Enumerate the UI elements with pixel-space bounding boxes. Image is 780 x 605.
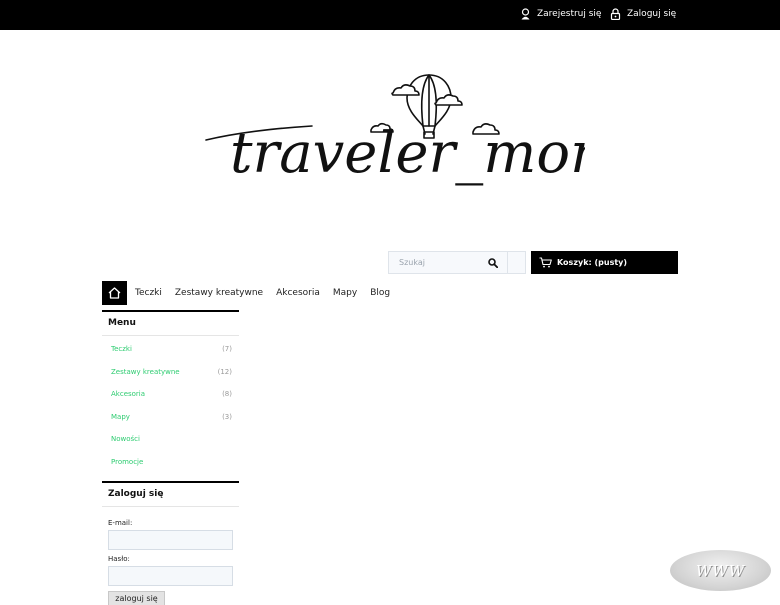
menu-item-label: Zestawy kreatywne	[111, 368, 180, 376]
cart-button[interactable]: Koszyk: (pusty)	[531, 251, 678, 274]
menu-item-promocje[interactable]: Promocje	[102, 458, 239, 472]
search-box	[388, 251, 526, 274]
login-block: Zaloguj się E-mail: Hasło: zaloguj się	[102, 481, 239, 605]
svg-text:traveler_mom: traveler_mom	[230, 121, 585, 186]
password-label: Hasło:	[108, 555, 130, 563]
nav-item-blog[interactable]: Blog	[370, 288, 390, 298]
search-input[interactable]	[389, 252, 479, 273]
register-label: Zarejestruj się	[537, 9, 602, 19]
home-button[interactable]	[102, 281, 127, 305]
menu-item-zestawy[interactable]: Zestawy kreatywne (12)	[102, 368, 239, 382]
login-label: Zaloguj się	[627, 9, 677, 19]
register-link[interactable]: Zarejestruj się	[520, 8, 601, 20]
menu-item-nowosci[interactable]: Nowości	[102, 435, 239, 449]
www-watermark: WWW	[670, 550, 771, 591]
search-icon	[488, 257, 498, 268]
site-logo[interactable]: traveler_mom	[200, 70, 623, 205]
menu-item-label: Nowości	[111, 435, 140, 443]
menu-item-count: (12)	[217, 368, 232, 376]
home-icon	[108, 287, 121, 299]
menu-item-label: Promocje	[111, 458, 144, 466]
login-submit-button[interactable]: zaloguj się	[108, 591, 165, 605]
main-nav: Teczki Zestawy kreatywne Akcesoria Mapy …	[102, 281, 390, 305]
search-divider	[507, 252, 508, 273]
menu-item-label: Akcesoria	[111, 390, 146, 398]
email-field[interactable]	[108, 530, 233, 550]
menu-item-count: (7)	[222, 345, 232, 353]
menu-item-count: (3)	[222, 413, 232, 421]
search-button[interactable]	[479, 252, 507, 273]
menu-item-count: (8)	[222, 390, 232, 398]
logo-image: traveler_mom	[205, 74, 623, 186]
cart-label: Koszyk: (pusty)	[557, 258, 628, 267]
nav-item-mapy[interactable]: Mapy	[333, 288, 357, 298]
email-label: E-mail:	[108, 519, 133, 527]
menu-item-mapy[interactable]: Mapy (3)	[102, 413, 239, 427]
nav-item-akcesoria[interactable]: Akcesoria	[276, 288, 320, 298]
category-menu: Menu Teczki (7) Zestawy kreatywne (12) A…	[102, 310, 239, 474]
menu-item-teczki[interactable]: Teczki (7)	[102, 345, 239, 359]
login-link[interactable]: Zaloguj się	[610, 8, 676, 20]
menu-item-label: Teczki	[111, 345, 132, 353]
cart-icon	[539, 257, 552, 268]
top-bar: Zarejestruj się Zaloguj się	[0, 0, 780, 30]
user-icon	[521, 8, 530, 20]
nav-item-zestawy[interactable]: Zestawy kreatywne	[175, 288, 263, 298]
watermark-text: WWW	[695, 561, 746, 580]
lock-icon	[610, 8, 621, 20]
nav-item-teczki[interactable]: Teczki	[135, 288, 162, 298]
menu-item-akcesoria[interactable]: Akcesoria (8)	[102, 390, 239, 404]
menu-title: Menu	[102, 312, 239, 336]
password-field[interactable]	[108, 566, 233, 586]
menu-item-label: Mapy	[111, 413, 130, 421]
login-title: Zaloguj się	[102, 483, 239, 507]
